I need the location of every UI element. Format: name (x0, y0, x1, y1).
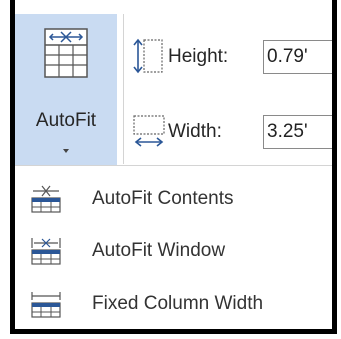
height-input[interactable]: 0.79' (263, 40, 332, 74)
menu-item-fixed-column-width[interactable]: Fixed Column Width (15, 276, 332, 326)
ribbon-separator (123, 14, 124, 164)
menu-item-label: AutoFit Contents (92, 188, 234, 209)
menu-item-autofit-window[interactable]: AutoFit Window (15, 223, 332, 273)
cell-size-group: AutoFit Height: 0.79' Width: 3.25' (15, 0, 332, 165)
autofit-label: AutoFit (35, 110, 97, 131)
autofit-dropdown-menu: AutoFit Contents AutoFit Window Fixed Co… (15, 166, 332, 329)
menu-item-label: AutoFit Window (92, 240, 226, 261)
menu-item-label: Fixed Column Width (92, 293, 264, 314)
autofit-table-icon (44, 28, 88, 78)
fixed-column-width-icon (31, 292, 61, 318)
autofit-ribbon-panel: ch AutoFit (10, 0, 337, 334)
width-label: Width: (168, 121, 222, 142)
autofit-contents-icon (31, 185, 61, 213)
chevron-down-icon (63, 149, 69, 153)
column-width-icon (133, 115, 165, 147)
row-height-icon (133, 38, 163, 74)
autofit-window-icon (31, 238, 61, 265)
height-label: Height: (168, 46, 229, 67)
autofit-button[interactable]: AutoFit (15, 14, 117, 165)
width-input[interactable]: 3.25' (263, 115, 332, 149)
menu-item-autofit-contents[interactable]: AutoFit Contents (15, 171, 332, 221)
